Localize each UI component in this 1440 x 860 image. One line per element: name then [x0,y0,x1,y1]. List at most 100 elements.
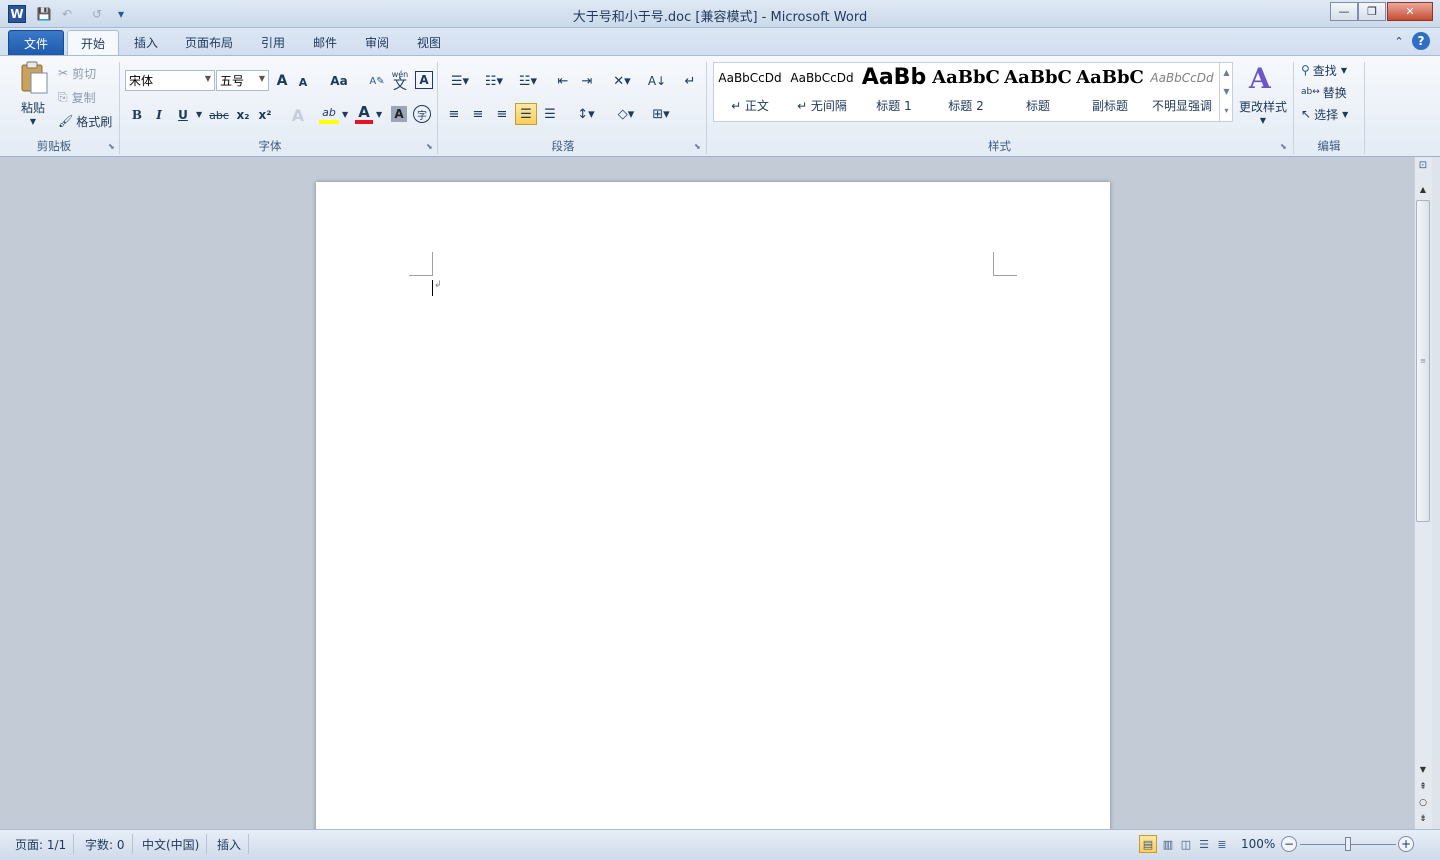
font-name-combo[interactable]: 宋体 ▼ [125,70,215,91]
underline-button[interactable]: U [174,105,192,125]
style-no-spacing[interactable]: AaBbCcDd ↵ 无间隔 [786,63,858,115]
style-name: 标题 2 [948,99,984,113]
style-title[interactable]: AaBbC 标题 [1002,63,1074,115]
style-heading-1[interactable]: AaBb 标题 1 [858,63,930,115]
chevron-down-icon[interactable]: ▼ [342,110,348,119]
tab-references[interactable]: 引用 [251,30,295,55]
align-center-button[interactable]: ≡ [468,104,488,124]
distributed-button[interactable]: ☰ [540,104,560,124]
language-indicator[interactable]: 中文(中国) [135,834,208,854]
zoom-out-button[interactable]: − [1281,836,1297,852]
insert-mode[interactable]: 插入 [210,834,250,854]
sort-button[interactable]: A↓ [646,71,668,91]
tab-insert[interactable]: 插入 [124,30,168,55]
minimize-ribbon-icon[interactable]: ⌃ [1392,34,1406,48]
borders-button[interactable]: ⊞▾ [647,104,675,124]
ribbon-tabs: 文件 开始 插入 页面布局 引用 邮件 审阅 视图 ⌃ ? [0,28,1440,56]
print-layout-view-icon[interactable]: ▤ [1139,835,1157,853]
font-color-button[interactable]: A [355,103,373,124]
paragraph-launcher-icon[interactable]: ⬊ [694,142,701,151]
help-icon[interactable]: ? [1412,32,1430,50]
styles-launcher-icon[interactable]: ⬊ [1280,142,1287,151]
zoom-slider-thumb[interactable] [1345,837,1351,851]
font-size-combo[interactable]: 五号 ▼ [216,70,269,91]
document-page[interactable]: ↲ [316,182,1110,842]
shading-button[interactable]: ◇▾ [612,104,640,124]
chevron-down-icon[interactable]: ▼ [205,74,211,83]
tab-review[interactable]: 审阅 [355,30,399,55]
minimize-button[interactable]: — [1330,2,1358,21]
phonetic-guide-button[interactable]: wén 文 [390,68,410,92]
select-button[interactable]: ↖ 选择 ▼ [1301,105,1348,123]
style-subtitle[interactable]: AaBbC 副标题 [1074,63,1146,115]
full-screen-reading-icon[interactable]: ▥ [1159,835,1177,853]
chevron-down-icon[interactable]: ▼ [196,110,202,119]
replace-button[interactable]: ab↔ 替换 [1301,83,1347,101]
style-normal[interactable]: AaBbCcDd ↵ 正文 [714,63,786,115]
paste-button[interactable]: 粘贴 ▼ [14,61,52,131]
outline-view-icon[interactable]: ☰ [1195,835,1213,853]
previous-page-icon[interactable]: ⇞ [1417,782,1429,792]
multilevel-list-button[interactable]: ☳▾ [514,71,542,91]
numbering-button[interactable]: ☷▾ [480,71,508,91]
increase-indent-button[interactable]: ⇥ [577,71,597,91]
tab-mailings[interactable]: 邮件 [303,30,347,55]
char-shading-button[interactable]: A [391,106,407,122]
scroll-down-icon[interactable]: ▼ [1417,765,1429,774]
bold-button[interactable]: B [128,105,146,125]
style-heading-2[interactable]: AaBbC 标题 2 [930,63,1002,115]
tab-file[interactable]: 文件 [8,30,64,55]
chevron-down-icon[interactable]: ▼ [259,74,265,83]
char-border-button[interactable]: A [415,71,433,89]
grow-font-button[interactable]: A [273,71,291,91]
style-name: 标题 [1025,99,1050,113]
align-left-button[interactable]: ≡ [444,104,464,124]
style-subtle-emphasis[interactable]: AaBbCcDd 不明显强调 [1146,63,1218,115]
style-name: 副标题 [1091,99,1128,113]
style-name: ↵ 无间隔 [797,99,847,113]
font-launcher-icon[interactable]: ⬊ [426,142,433,151]
scrollbar-thumb[interactable]: ≡ [1416,200,1430,522]
enclose-char-button[interactable]: 字 [413,105,431,123]
line-spacing-button[interactable]: ↕▾ [572,104,600,124]
page-count[interactable]: 页面: 1/1 [8,834,75,854]
zoom-level[interactable]: 100% [1234,834,1282,854]
tab-home[interactable]: 开始 [67,30,119,56]
decrease-indent-button[interactable]: ⇤ [553,71,573,91]
tab-view[interactable]: 视图 [407,30,451,55]
next-page-icon[interactable]: ⇟ [1417,814,1429,824]
justify-button[interactable]: ☰ [515,103,537,125]
word-count[interactable]: 字数: 0 [78,834,133,854]
ruler-toggle-icon[interactable]: ⊡ [1417,160,1429,180]
draft-view-icon[interactable]: ≣ [1213,835,1231,853]
select-browse-object-icon[interactable]: ○ [1417,798,1429,808]
find-button[interactable]: ⚲ 查找 ▼ [1301,61,1347,79]
subscript-button[interactable]: x₂ [234,105,252,125]
change-styles-button[interactable]: A 更改样式 ▼ [1237,62,1289,134]
web-layout-icon[interactable]: ◫ [1177,835,1195,853]
show-marks-button[interactable]: ↵ [680,71,700,91]
change-case-button[interactable]: Aa [326,71,352,91]
highlight-button[interactable]: ab [319,104,339,124]
cut-button[interactable]: ✂ 剪切 [58,64,96,82]
restore-button[interactable]: ❐ [1358,2,1386,21]
zoom-in-button[interactable]: + [1398,836,1414,852]
text-effects-button[interactable]: A [288,104,308,126]
tab-page-layout[interactable]: 页面布局 [175,30,243,55]
copy-button[interactable]: ⎘ 复制 [58,88,96,106]
clear-format-icon[interactable]: A✎ [368,71,386,91]
chinese-layout-button[interactable]: ✕▾ [608,71,636,91]
bullets-button[interactable]: ☰▾ [446,71,474,91]
copy-label: 复制 [71,90,96,105]
gallery-scroll[interactable]: ▲ ▼ ▾ [1219,63,1233,121]
superscript-button[interactable]: x² [256,105,274,125]
italic-button[interactable]: I [150,105,168,125]
shrink-font-button[interactable]: A [295,73,311,91]
clipboard-launcher-icon[interactable]: ⬊ [108,142,115,151]
close-button[interactable]: ✕ [1387,2,1433,21]
align-right-button[interactable]: ≡ [492,104,512,124]
scroll-up-icon[interactable]: ▲ [1417,185,1429,194]
strikethrough-button[interactable]: abc [208,105,230,125]
format-painter-button[interactable]: 🖌 格式刷 [58,112,112,130]
chevron-down-icon[interactable]: ▼ [376,110,382,119]
